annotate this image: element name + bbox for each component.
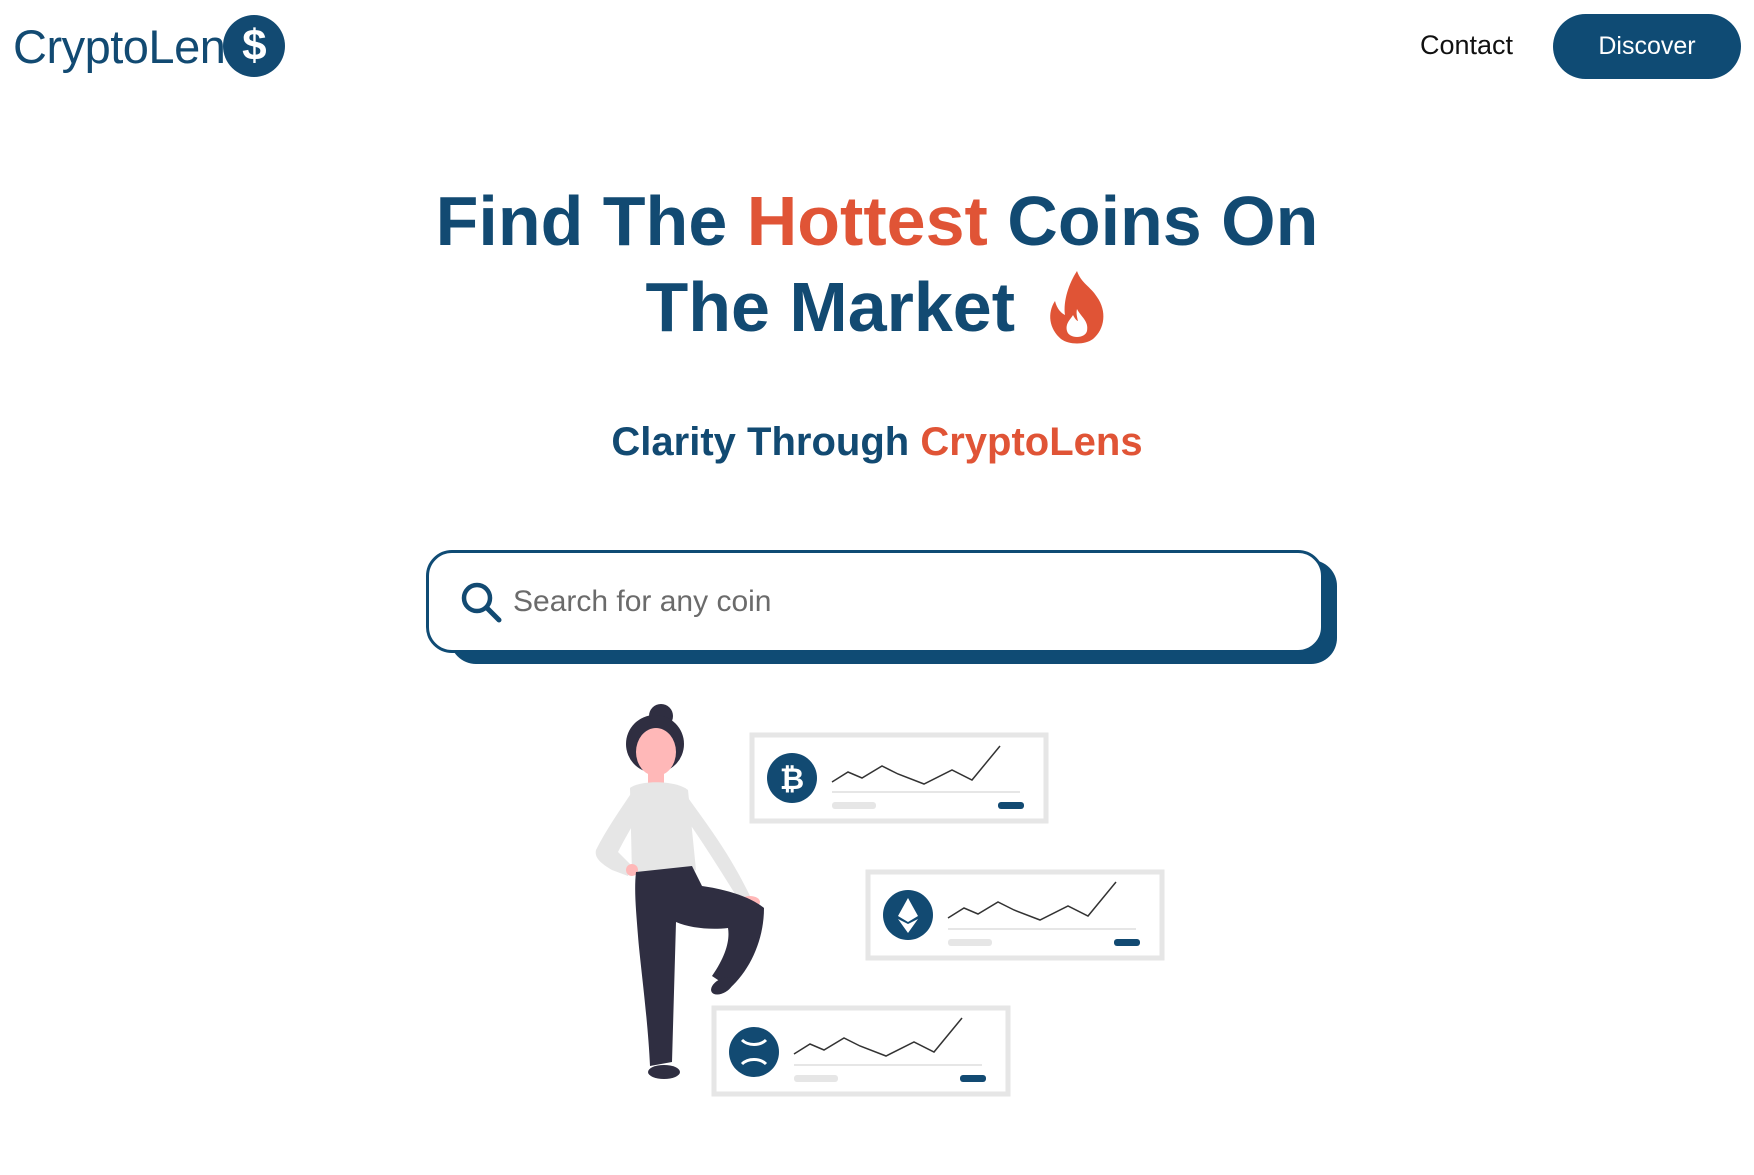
- flame-icon: [1045, 269, 1109, 364]
- coin-card-ethereum: [865, 869, 1165, 961]
- hero-heading: Find The Hottest Coins On The Market: [0, 178, 1754, 364]
- discover-button[interactable]: Discover: [1553, 14, 1741, 79]
- search-input[interactable]: [511, 583, 1295, 620]
- dollar-coin-icon: $: [223, 15, 286, 77]
- hero-line-2: The Market: [0, 264, 1754, 364]
- search-bar[interactable]: [426, 550, 1324, 653]
- xrp-icon: [729, 1027, 779, 1077]
- crypto-illustration: ₿: [595, 704, 1165, 1097]
- tagline: Clarity Through CryptoLens: [0, 420, 1754, 465]
- coin-card-xrp: [711, 1005, 1011, 1097]
- search-icon: [459, 580, 503, 624]
- svg-text:₿: ₿: [780, 762, 804, 797]
- logo-text: CryptoLen: [13, 19, 226, 73]
- hero-line-1-part-2: Coins On: [987, 182, 1319, 260]
- nav-contact-link[interactable]: Contact: [1420, 30, 1513, 61]
- tagline-part-1: Clarity Through: [611, 420, 921, 464]
- hero-line-1: Find The Hottest Coins On: [0, 178, 1754, 264]
- logo-symbol: $: [242, 21, 267, 70]
- hero-line-2-text: The Market: [645, 268, 1016, 346]
- logo[interactable]: CryptoLen $: [13, 14, 286, 78]
- coin-card-bitcoin: ₿: [749, 732, 1049, 824]
- hero-hot-word: Hottest: [746, 182, 988, 260]
- hero-line-1-part-1: Find The: [435, 182, 747, 260]
- tagline-brand: CryptoLens: [920, 420, 1143, 464]
